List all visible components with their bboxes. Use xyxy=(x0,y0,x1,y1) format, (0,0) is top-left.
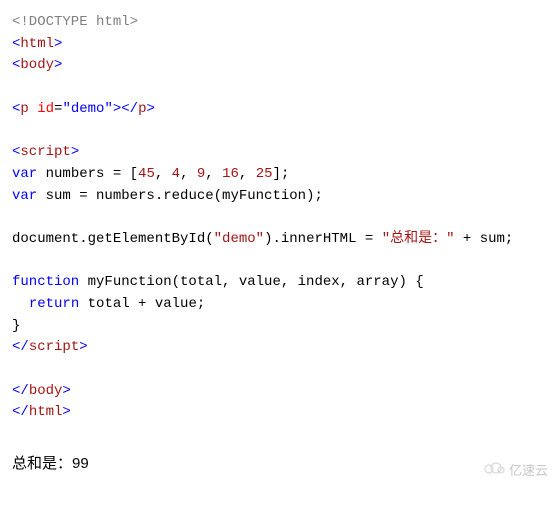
code-text: } xyxy=(12,318,20,334)
code-block: <!DOCTYPE html> <html> <body> <p id="dem… xyxy=(12,12,546,424)
tag-open: </ xyxy=(121,101,138,117)
tag-close: > xyxy=(62,404,70,420)
punct: , xyxy=(180,166,197,182)
code-text: myFunction(total, value, index, array) { xyxy=(79,274,423,290)
watermark: 亿速云 xyxy=(483,461,548,481)
tag-close: > xyxy=(113,101,121,117)
string-literal: "demo" xyxy=(214,231,264,247)
code-text: + sum; xyxy=(455,231,514,247)
tag-name: script xyxy=(20,144,70,160)
number-literal: 45 xyxy=(138,166,155,182)
code-text: document.getElementById( xyxy=(12,231,214,247)
indent xyxy=(12,296,29,312)
space xyxy=(29,101,37,117)
punct: , xyxy=(155,166,172,182)
code-text: total + value; xyxy=(79,296,205,312)
tag-close: > xyxy=(54,36,62,52)
code-text: ).innerHTML = xyxy=(264,231,382,247)
watermark-text: 亿速云 xyxy=(509,461,548,481)
tag-close: > xyxy=(54,57,62,73)
punct: , xyxy=(205,166,222,182)
tag-open: </ xyxy=(12,339,29,355)
punct: , xyxy=(239,166,256,182)
output-text: 总和是：99 xyxy=(12,452,546,475)
attr-name: id xyxy=(37,101,54,117)
tag-name: script xyxy=(29,339,79,355)
keyword-function: function xyxy=(12,274,79,290)
tag-name: p xyxy=(20,101,28,117)
doctype-line: <!DOCTYPE html> xyxy=(12,14,138,30)
number-literal: 16 xyxy=(222,166,239,182)
tag-close: > xyxy=(62,383,70,399)
keyword-return: return xyxy=(29,296,79,312)
cloud-icon xyxy=(483,461,505,481)
tag-name: html xyxy=(20,36,54,52)
code-text: ]; xyxy=(273,166,290,182)
tag-name: html xyxy=(29,404,63,420)
number-literal: 25 xyxy=(256,166,273,182)
tag-close: > xyxy=(79,339,87,355)
keyword-var: var xyxy=(12,166,37,182)
tag-close: > xyxy=(71,144,79,160)
code-text: sum = numbers.reduce(myFunction); xyxy=(37,188,323,204)
string-literal: "总和是：" xyxy=(382,231,455,247)
number-literal: 4 xyxy=(172,166,180,182)
tag-open: </ xyxy=(12,383,29,399)
tag-open: </ xyxy=(12,404,29,420)
code-text: numbers = [ xyxy=(37,166,138,182)
tag-close: > xyxy=(146,101,154,117)
tag-name: body xyxy=(20,57,54,73)
tag-name: body xyxy=(29,383,63,399)
keyword-var: var xyxy=(12,188,37,204)
attr-value: "demo" xyxy=(62,101,112,117)
